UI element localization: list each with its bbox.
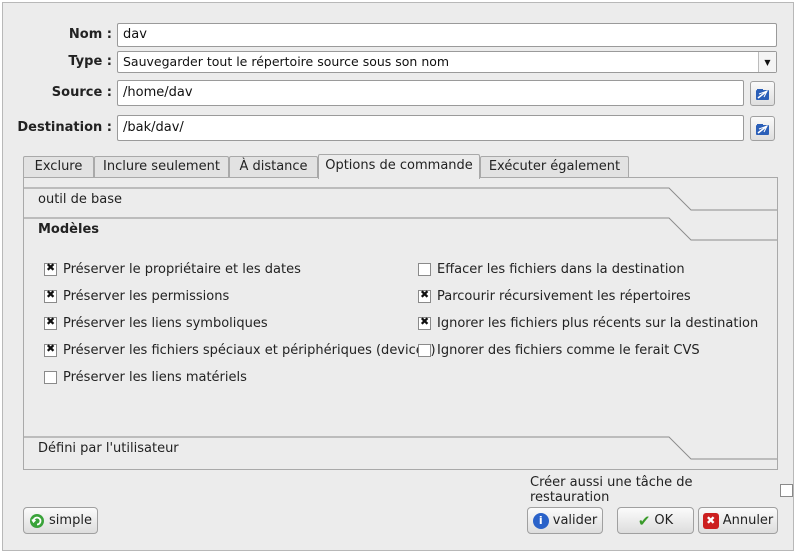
cancel-button[interactable]: ✖ Annuler: [698, 507, 778, 534]
simple-button-label: simple: [49, 513, 92, 528]
option-label: Préserver le propriétaire et les dates: [63, 261, 301, 277]
option-label: Préserver les permissions: [63, 288, 230, 304]
tab-a-distance[interactable]: À distance: [229, 156, 318, 178]
validate-button[interactable]: i valider: [527, 507, 603, 534]
checkbox[interactable]: [44, 288, 57, 303]
type-select-value: Sauvegarder tout le répertoire source so…: [123, 54, 450, 69]
restore-task-checkbox[interactable]: [780, 483, 793, 497]
option-label: Ignorer les fichiers plus récents sur la…: [437, 315, 759, 331]
options-panel: outil de base Modèles Préserver le propr…: [23, 177, 778, 470]
info-icon: i: [532, 512, 549, 529]
destination-label: Destination :: [17, 120, 112, 135]
ok-button-label: OK: [654, 513, 674, 528]
tab-exclure[interactable]: Exclure: [23, 156, 94, 178]
tab-executer-egalement[interactable]: Exécuter également: [480, 156, 629, 178]
refresh-icon: [30, 513, 45, 528]
type-select[interactable]: Sauvegarder tout le répertoire source so…: [117, 51, 777, 73]
models-section[interactable]: Modèles: [24, 216, 777, 246]
checkbox[interactable]: [418, 262, 431, 276]
user-defined-label: Défini par l'utilisateur: [38, 441, 179, 456]
folder-browse-icon: [755, 88, 769, 100]
source-browse-button[interactable]: [750, 81, 775, 106]
option-ignore-cvs[interactable]: Ignorer des fichiers comme le ferait CVS: [418, 341, 700, 359]
ok-button[interactable]: ✔ OK: [617, 507, 694, 534]
name-label: Nom :: [68, 27, 112, 42]
validate-button-label: valider: [552, 513, 598, 528]
base-tool-label: outil de base: [38, 192, 123, 207]
checkmark-icon: ✔: [637, 511, 651, 530]
checkbox[interactable]: [44, 261, 57, 276]
tab-options-de-commande[interactable]: Options de commande: [318, 154, 480, 179]
option-label: Effacer les fichiers dans la destination: [437, 261, 685, 277]
simple-button[interactable]: simple: [23, 507, 98, 534]
type-label: Type :: [68, 54, 112, 69]
source-input[interactable]: /home/dav: [117, 80, 744, 106]
folder-browse-icon: [755, 123, 769, 135]
option-delete-destination[interactable]: Effacer les fichiers dans la destination: [418, 260, 685, 278]
checkbox[interactable]: [44, 370, 57, 384]
option-label: Ignorer des fichiers comme le ferait CVS: [437, 342, 700, 358]
restore-task-option[interactable]: Créer aussi une tâche de restauration: [530, 475, 793, 505]
restore-task-label: Créer aussi une tâche de restauration: [530, 475, 693, 505]
option-preserve-owner-dates[interactable]: Préserver le propriétaire et les dates: [44, 260, 301, 278]
option-label: Parcourir récursivement les répertoires: [437, 288, 691, 304]
base-tool-section[interactable]: outil de base: [24, 186, 777, 216]
option-ignore-newer[interactable]: Ignorer les fichiers plus récents sur la…: [418, 314, 758, 332]
option-preserve-symlinks[interactable]: Préserver les liens symboliques: [44, 314, 268, 332]
destination-input[interactable]: /bak/dav/: [117, 115, 744, 141]
dialog-window: Nom : dav Type : Sauvegarder tout le rép…: [2, 2, 794, 551]
name-input[interactable]: dav: [117, 23, 777, 47]
section-divider: [24, 187, 777, 211]
option-preserve-devices[interactable]: Préserver les fichiers spéciaux et périp…: [44, 341, 436, 359]
destination-browse-button[interactable]: [750, 116, 775, 141]
checkbox[interactable]: [418, 343, 431, 357]
option-preserve-permissions[interactable]: Préserver les permissions: [44, 287, 229, 305]
user-defined-section[interactable]: Défini par l'utilisateur: [24, 435, 777, 465]
close-icon: ✖: [702, 512, 719, 529]
checkbox[interactable]: [44, 315, 57, 330]
section-divider: [24, 217, 777, 241]
checkbox[interactable]: [44, 342, 57, 357]
checkbox[interactable]: [418, 315, 431, 330]
checkbox[interactable]: [418, 288, 431, 303]
option-label: Préserver les fichiers spéciaux et périp…: [63, 342, 436, 358]
cancel-button-label: Annuler: [722, 513, 774, 528]
option-recursive[interactable]: Parcourir récursivement les répertoires: [418, 287, 691, 305]
models-label: Modèles: [38, 222, 100, 237]
option-label: Préserver les liens matériels: [63, 369, 247, 385]
source-label: Source :: [51, 85, 112, 100]
option-preserve-hardlinks[interactable]: Préserver les liens matériels: [44, 368, 247, 386]
chevron-down-icon[interactable]: ▼: [758, 52, 776, 72]
option-label: Préserver les liens symboliques: [63, 315, 268, 331]
tab-inclure-seulement[interactable]: Inclure seulement: [94, 156, 229, 178]
